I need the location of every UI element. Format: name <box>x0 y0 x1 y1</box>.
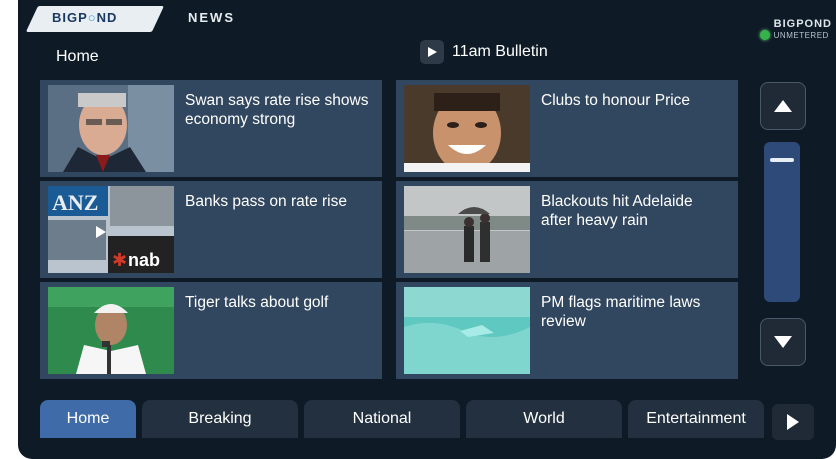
play-button[interactable] <box>420 40 444 64</box>
news-label: NEWS <box>188 10 235 25</box>
story-card[interactable]: Clubs to honour Price <box>396 80 738 177</box>
scroll-up-button[interactable] <box>760 82 806 130</box>
scroll-thumb[interactable] <box>770 158 794 162</box>
smiling-man-photo <box>404 85 530 172</box>
status-line-1: BIGPOND <box>773 18 832 30</box>
anz-logo-text: ANZ <box>52 190 98 215</box>
story-headline: PM flags maritime laws review <box>541 294 701 330</box>
story-grid: Swan says rate rise shows economy strong… <box>40 80 750 380</box>
bigpond-logo: BIGP○ND <box>52 10 117 25</box>
status-text: BIGPOND UNMETERED <box>774 18 832 42</box>
tab-entertainment[interactable]: Entertainment <box>628 400 764 438</box>
status-line-2: UNMETERED <box>773 31 829 40</box>
top-bar: BIGP○ND NEWS Home 11am Bulletin BIGPOND … <box>25 6 836 66</box>
story-headline: Clubs to honour Price <box>541 92 691 109</box>
triangle-up-icon <box>774 100 792 112</box>
category-tab-bar: Home Breaking National World Entertainme… <box>40 394 818 442</box>
story-headline: Swan says rate rise shows economy strong <box>185 92 369 128</box>
story-headline: Blackouts hit Adelaide after heavy rain <box>541 193 693 229</box>
bank-logos-photo: ANZ ✱ nab <box>48 186 174 273</box>
logo-o-mark: ○ <box>87 10 97 25</box>
story-headline: Banks pass on rate rise <box>185 193 347 210</box>
status-indicator-icon <box>759 30 770 40</box>
next-tabs-button[interactable] <box>772 404 814 440</box>
nab-logo-text: nab <box>128 250 160 270</box>
tab-national[interactable]: National <box>304 400 460 438</box>
bulletin-label: 11am Bulletin <box>452 43 548 60</box>
play-icon <box>428 47 437 57</box>
story-headline: Tiger talks about golf <box>185 294 329 311</box>
golfer-press-photo <box>48 287 174 374</box>
tv-screen: BIGP○ND NEWS Home 11am Bulletin BIGPOND … <box>18 0 836 459</box>
svg-text:✱: ✱ <box>112 250 127 270</box>
tab-home[interactable]: Home <box>40 400 136 438</box>
page-title: Home <box>56 48 99 65</box>
story-card[interactable]: PM flags maritime laws review <box>396 282 738 379</box>
scroll-track[interactable] <box>764 142 800 302</box>
sea-boat-photo <box>404 287 530 374</box>
tab-breaking[interactable]: Breaking <box>142 400 298 438</box>
politician-photo <box>48 85 174 172</box>
connection-status: BIGPOND UNMETERED <box>759 18 832 42</box>
tab-world[interactable]: World <box>466 400 622 438</box>
story-card[interactable]: Blackouts hit Adelaide after heavy rain <box>396 181 738 278</box>
logo-text-b: ND <box>96 10 118 25</box>
logo-text-a: BIGP <box>52 10 88 25</box>
triangle-down-icon <box>774 336 792 348</box>
story-card[interactable]: Tiger talks about golf <box>40 282 382 379</box>
bulletin-play-control[interactable]: 11am Bulletin <box>420 40 548 64</box>
scroll-down-button[interactable] <box>760 318 806 366</box>
scrollbar <box>760 80 806 380</box>
story-card[interactable]: Swan says rate rise shows economy strong <box>40 80 382 177</box>
people-umbrella-photo <box>404 186 530 273</box>
triangle-right-icon <box>787 414 799 430</box>
story-card[interactable]: ANZ ✱ nab Banks pass on rate rise <box>40 181 382 278</box>
